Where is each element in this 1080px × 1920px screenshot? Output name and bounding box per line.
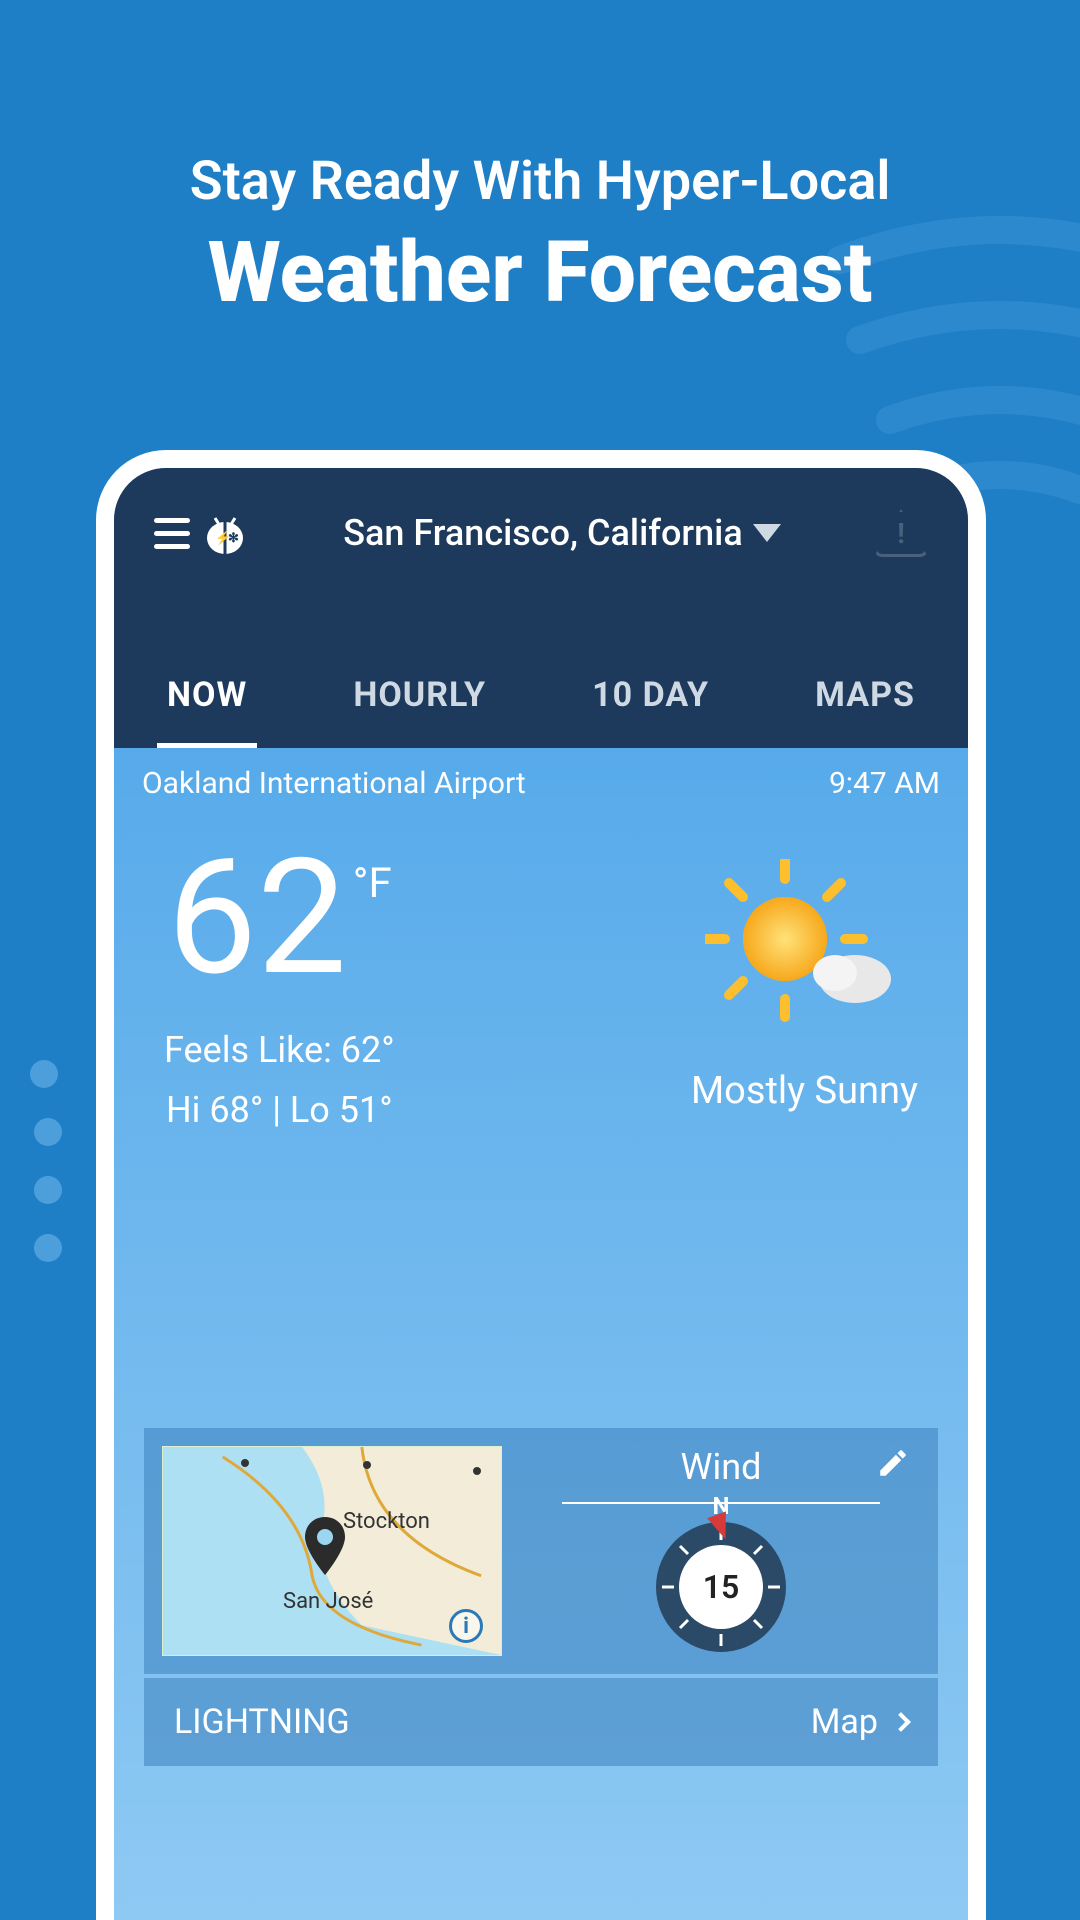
menu-icon[interactable] [154, 518, 190, 549]
observation-time: 9:47 AM [829, 766, 940, 801]
feels-like: Feels Like: 62° [164, 1029, 395, 1071]
subheader-row: Oakland International Airport 9:47 AM [114, 748, 968, 819]
app-topbar: ⚡✻ San Francisco, California NOW HOURLY … [114, 468, 968, 748]
widget-panel: Stockton San José i Wind N [144, 1428, 938, 1674]
caret-down-icon [753, 524, 781, 542]
tab-now[interactable]: NOW [157, 647, 257, 748]
map-city-stockton: Stockton [343, 1509, 430, 1534]
map-pin-icon [303, 1517, 347, 1579]
temp-unit: °F [353, 859, 392, 908]
phone-frame: ⚡✻ San Francisco, California NOW HOURLY … [96, 450, 986, 1920]
lightning-panel[interactable]: LIGHTNING Map [144, 1678, 938, 1766]
map-info-icon[interactable]: i [449, 1609, 483, 1643]
lightning-link-label: Map [811, 1702, 878, 1742]
tab-bar: NOW HOURLY 10 DAY MAPS [114, 647, 968, 748]
station-name: Oakland International Airport [142, 766, 526, 801]
lightning-title: LIGHTNING [174, 1702, 350, 1742]
weatherbug-logo-icon: ⚡✻ [200, 508, 250, 558]
menu-logo-group: ⚡✻ [154, 508, 250, 558]
wind-speed: 15 [679, 1545, 763, 1629]
location-picker[interactable]: San Francisco, California [343, 512, 781, 554]
high-low: Hi 68° | Lo 51° [164, 1089, 395, 1131]
app-screen: ⚡✻ San Francisco, California NOW HOURLY … [114, 468, 968, 1920]
map-city-sanjose: San José [283, 1589, 373, 1614]
promo-headline: Stay Ready With Hyper-Local Weather Fore… [0, 150, 1080, 322]
current-conditions: 62 °F Feels Like: 62° Hi 68° | Lo 51° [114, 819, 968, 1131]
edit-icon[interactable] [876, 1446, 910, 1484]
wind-compass: 15 [656, 1522, 786, 1652]
headline-line2: Weather Forecast [0, 223, 1080, 322]
lightning-map-link[interactable]: Map [811, 1702, 908, 1742]
svg-text:✻: ✻ [228, 531, 239, 546]
tab-hourly[interactable]: HOURLY [343, 647, 496, 748]
tab-10day[interactable]: 10 DAY [582, 647, 719, 748]
map-dot [241, 1459, 249, 1467]
condition-icon [705, 859, 905, 1039]
headline-line1: Stay Ready With Hyper-Local [0, 150, 1080, 213]
location-label: San Francisco, California [343, 512, 743, 554]
chevron-right-icon [891, 1712, 911, 1732]
map-dot [473, 1467, 481, 1475]
alert-icon[interactable] [874, 509, 928, 557]
mini-map[interactable]: Stockton San José i [162, 1446, 502, 1656]
map-dot [363, 1461, 371, 1469]
condition-text: Mostly Sunny [691, 1069, 918, 1113]
current-temperature: 62 °F [164, 839, 395, 999]
temp-value: 62 [167, 839, 347, 999]
tab-maps[interactable]: MAPS [805, 647, 925, 748]
